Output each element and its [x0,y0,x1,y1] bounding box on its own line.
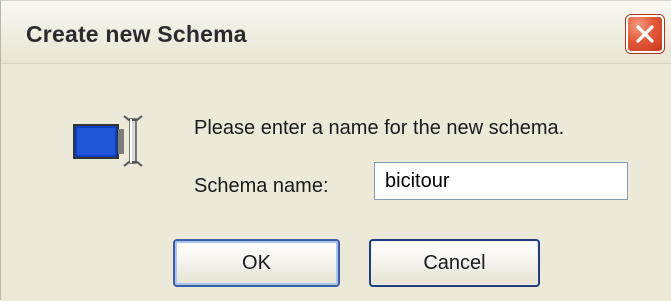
cancel-button[interactable]: Cancel [369,239,540,287]
schema-name-input[interactable] [374,162,628,200]
create-schema-dialog: Create new Schema Please enter a name fo… [0,0,671,301]
dialog-title: Create new Schema [26,21,247,47]
ok-button[interactable]: OK [173,239,340,287]
dialog-body: Please enter a name for the new schema. … [1,64,671,301]
close-button[interactable] [626,15,664,53]
schema-name-label: Schema name: [194,175,329,197]
instruction-text: Please enter a name for the new schema. [194,117,565,139]
title-bar[interactable]: Create new Schema [1,1,671,64]
schema-rename-icon [73,115,143,167]
close-icon [636,25,654,43]
